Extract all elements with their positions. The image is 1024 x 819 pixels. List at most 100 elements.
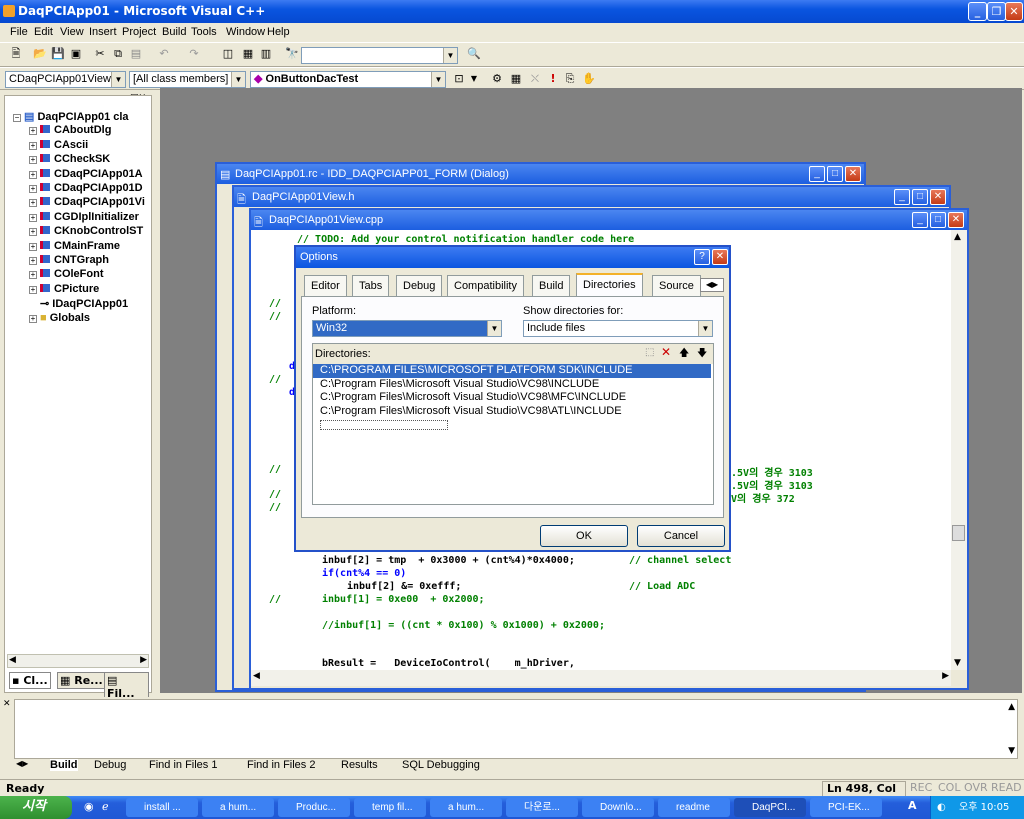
new-file-icon[interactable]: 🗎 [8, 46, 24, 62]
maximize-button[interactable]: □ [930, 212, 946, 228]
move-up-icon[interactable]: 🡅 [679, 346, 689, 363]
tab-classview[interactable]: ▪ Cl... [9, 672, 51, 689]
tab-sql-debugging[interactable]: SQL Debugging [402, 759, 480, 771]
tab-find-in-files-2[interactable]: Find in Files 2 [247, 759, 315, 771]
build-icon[interactable]: ▦ [508, 71, 524, 87]
tree-item-class[interactable]: + CAscii [29, 139, 88, 151]
scroll-down-icon[interactable]: ▼ [954, 658, 961, 668]
tree-item-class[interactable]: + CDaqPCIApp01A [29, 168, 143, 180]
output-icon[interactable]: ▦ [240, 46, 256, 62]
wizard-actions-icon[interactable]: ⊡ [451, 71, 467, 87]
scroll-right-icon[interactable]: ▶ [942, 671, 949, 681]
tree-item-class[interactable]: + CGDIplInitializer [29, 211, 139, 223]
chevron-down-icon[interactable]: ▼ [698, 321, 712, 336]
tree-item-class[interactable]: + CMainFrame [29, 240, 120, 252]
tree-item-interface[interactable]: ⊸ IDaqPCIApp01 [40, 297, 128, 310]
pane-close-icon[interactable]: ✕ [3, 699, 11, 709]
new-folder-icon[interactable]: ⬚ [645, 347, 654, 358]
directory-item[interactable]: C:\Program Files\Microsoft Visual Studio… [320, 405, 622, 417]
chevron-down-icon[interactable]: ▼ [111, 72, 125, 87]
start-button[interactable]: 시작 [0, 796, 72, 819]
workspace-icon[interactable]: ◫ [220, 46, 236, 62]
menu-project[interactable]: Project [122, 26, 156, 38]
maximize-button[interactable]: □ [912, 189, 928, 205]
tab-results[interactable]: Results [341, 759, 378, 771]
tab-tabs[interactable]: Tabs [352, 275, 390, 297]
minimize-button[interactable]: _ [968, 2, 987, 21]
help-button[interactable]: ? [694, 249, 710, 265]
menu-insert[interactable]: Insert [89, 26, 117, 38]
directory-item[interactable]: C:\Program Files\Microsoft Visual Studio… [320, 378, 599, 390]
directory-item[interactable]: C:\Program Files\Microsoft Visual Studio… [320, 391, 626, 403]
stop-build-icon[interactable]: ⛌ [527, 71, 543, 87]
restore-button[interactable]: ❐ [987, 2, 1006, 21]
redo-icon[interactable]: ↷ [186, 46, 202, 62]
taskbar-item[interactable]: install ... [126, 798, 198, 817]
scroll-up-icon[interactable]: ▲ [954, 232, 961, 242]
menu-help[interactable]: Help [267, 26, 290, 38]
chevron-down-icon[interactable]: ▼ [431, 72, 445, 87]
chevron-down-icon[interactable]: ▼ [231, 72, 245, 87]
tab-debug[interactable]: Debug [396, 275, 443, 297]
chevron-down-icon[interactable]: ▼ [443, 48, 457, 63]
tab-build[interactable]: Build [50, 759, 78, 771]
paste-icon[interactable]: ▤ [128, 46, 144, 62]
tab-resourceview[interactable]: ▦ Re... [57, 672, 106, 689]
quicklaunch-icon[interactable]: ◉ [84, 800, 94, 813]
tab-compatibility[interactable]: Compatibility [447, 275, 524, 297]
scroll-down-icon[interactable]: ▼ [1008, 746, 1015, 756]
execute-icon[interactable]: ! [545, 71, 561, 87]
tree-item-class[interactable]: + CAboutDlg [29, 124, 111, 136]
new-directory-slot[interactable] [320, 420, 448, 430]
minimize-button[interactable]: _ [912, 212, 928, 228]
menu-edit[interactable]: Edit [34, 26, 53, 38]
taskbar-item[interactable]: temp fil... [354, 798, 426, 817]
wizard-dropdown-icon[interactable]: ▼ [466, 71, 482, 87]
scroll-left-icon[interactable]: ◀ [9, 655, 16, 665]
tab-find-in-files-1[interactable]: Find in Files 1 [149, 759, 217, 771]
taskbar-item[interactable]: Downlo... [582, 798, 654, 817]
code-vscrollbar[interactable]: ▲ ▼ [951, 230, 967, 670]
tree-root[interactable]: − ▤ DaqPCIApp01 cla [13, 110, 129, 123]
tab-build[interactable]: Build [532, 275, 571, 297]
class-combo[interactable]: CDaqPCIApp01View ▼ [5, 71, 126, 88]
compile-icon[interactable]: ⚙ [489, 71, 505, 87]
tree-item-class[interactable]: + CCheckSK [29, 153, 110, 165]
tree-item-globals[interactable]: + ■ Globals [29, 312, 90, 324]
options-dialog[interactable]: Options ? ✕ Editor Tabs Debug Compatibil… [294, 245, 731, 552]
maximize-button[interactable]: □ [827, 166, 843, 182]
menu-tools[interactable]: Tools [191, 26, 217, 38]
minimize-button[interactable]: _ [894, 189, 910, 205]
go-icon[interactable]: ⎘ [562, 71, 578, 87]
ime-icon[interactable]: A [908, 799, 917, 812]
tab-scroll-arrows[interactable]: ◀▶ [16, 759, 28, 768]
tree-hscrollbar[interactable]: ◀ ▶ [7, 654, 149, 668]
close-button[interactable]: ✕ [712, 249, 728, 265]
breakpoint-icon[interactable]: ✋ [581, 71, 597, 87]
close-button[interactable]: ✕ [930, 189, 946, 205]
move-down-icon[interactable]: 🡇 [697, 346, 707, 363]
menu-file[interactable]: File [10, 26, 28, 38]
menu-window[interactable]: Window [226, 26, 265, 38]
save-icon[interactable]: 💾 [50, 46, 66, 62]
taskbar-item[interactable]: Produc... [278, 798, 350, 817]
tab-directories[interactable]: Directories [576, 273, 643, 297]
cancel-button[interactable]: Cancel [637, 525, 725, 547]
menu-view[interactable]: View [60, 26, 84, 38]
tree-item-class[interactable]: + COleFont [29, 268, 104, 280]
taskbar-item[interactable]: a hum... [202, 798, 274, 817]
taskbar-item[interactable]: PCI-EK... [810, 798, 882, 817]
taskbar-item[interactable]: 다운로... [506, 798, 578, 817]
tab-scroll-arrows[interactable]: ◀▶ [700, 278, 724, 292]
close-button[interactable]: ✕ [948, 212, 964, 228]
ok-button[interactable]: OK [540, 525, 628, 547]
find-icon[interactable]: 🔍 [466, 46, 482, 62]
member-combo[interactable]: ◆ OnButtonDacTest ▼ [250, 71, 446, 88]
filter-combo[interactable]: [All class members] ▼ [129, 71, 246, 88]
output-text[interactable]: ▲ ▼ [14, 699, 1018, 759]
taskbar-item[interactable]: a hum... [430, 798, 502, 817]
delete-icon[interactable]: ✕ [661, 345, 671, 359]
copy-icon[interactable]: ⧉ [110, 46, 126, 62]
network-icon[interactable]: ◐ [937, 796, 946, 819]
tree-item-class[interactable]: + CNTGraph [29, 254, 109, 266]
